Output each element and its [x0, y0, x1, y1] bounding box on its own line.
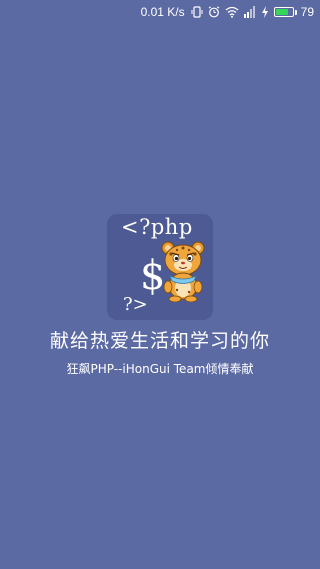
signal-icon: [243, 5, 256, 19]
splash-subtitle: 狂飙PHP--iHonGui Team倾情奉献: [66, 362, 254, 376]
tiger-mascot-icon: [161, 241, 205, 302]
wifi-icon: [225, 5, 239, 19]
logo-php-text: <?php: [121, 215, 193, 239]
battery-level: 79: [300, 5, 314, 19]
app-logo: <?php $ ?>: [107, 214, 213, 320]
splash-title: 献给热爱生活和学习的你: [49, 330, 270, 352]
battery-body: [273, 7, 294, 17]
logo-close-text: ?>: [123, 294, 148, 315]
vibrate-icon: [191, 5, 203, 19]
status-bar: 0.01 K/s 79: [0, 0, 320, 24]
battery-fill: [275, 9, 289, 15]
network-speed: 0.01 K/s: [140, 5, 185, 19]
battery-tip: [294, 9, 297, 15]
battery-icon: [273, 7, 297, 17]
charging-icon: [261, 5, 269, 19]
alarm-icon: [208, 5, 220, 19]
